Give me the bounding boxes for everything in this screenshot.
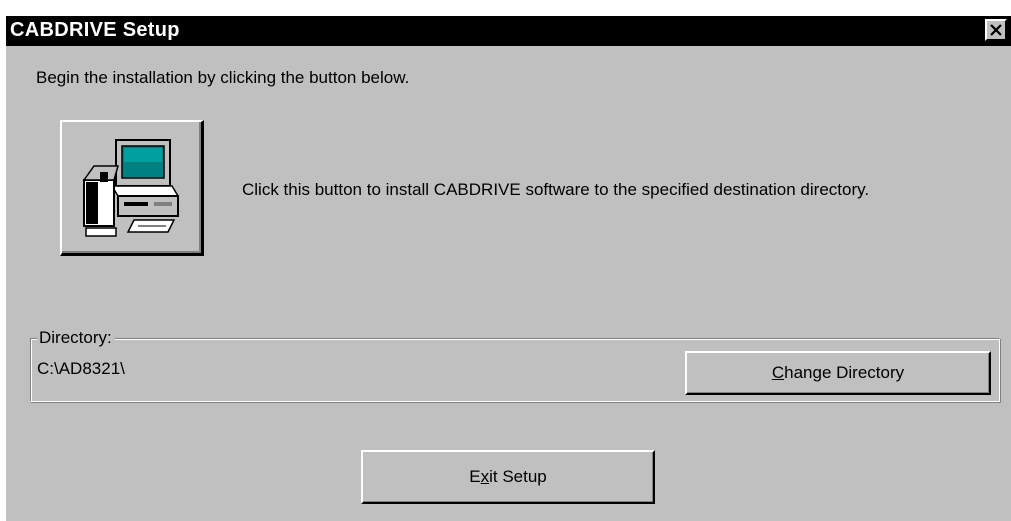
exit-accel: x	[480, 467, 490, 486]
close-button[interactable]	[985, 19, 1007, 41]
directory-path: C:\AD8321\	[37, 359, 125, 378]
window-title: CABDRIVE Setup	[10, 19, 180, 41]
change-directory-accel: C	[771, 363, 785, 382]
setup-window: CABDRIVE Setup Begin the installation by…	[6, 16, 1011, 521]
intro-text: Begin the installation by clicking the b…	[36, 68, 410, 87]
exit-label-end: it Setup	[489, 467, 547, 486]
computer-setup-icon	[82, 139, 180, 237]
title-bar[interactable]: CABDRIVE Setup	[6, 16, 1011, 46]
directory-group: Directory: C:\AD8321\ Change Directory	[30, 328, 1000, 402]
exit-label-start: E	[469, 467, 481, 486]
change-directory-label: hange Directory	[784, 363, 905, 382]
change-directory-button[interactable]: Change Directory	[685, 351, 991, 395]
exit-setup-button[interactable]: Exit Setup	[361, 450, 655, 504]
close-icon	[990, 24, 1002, 36]
install-button[interactable]	[60, 120, 204, 256]
install-description: Click this button to install CABDRIVE so…	[242, 180, 870, 199]
directory-label: Directory:	[37, 328, 115, 348]
